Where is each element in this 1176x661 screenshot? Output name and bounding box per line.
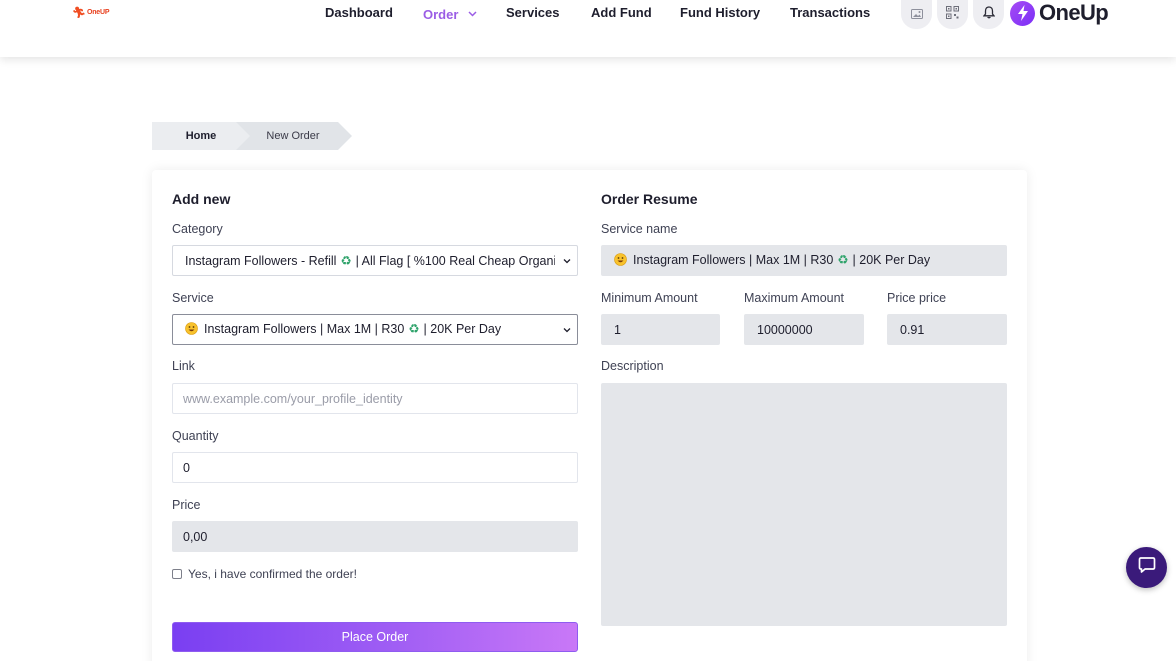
service-name-value: Instagram Followers | Max 1M | R30 ♻︎ | 20… (614, 252, 930, 269)
nav-add-fund[interactable]: Add Fund (591, 5, 652, 20)
minimum-amount-value: 1 (614, 322, 621, 337)
maximum-amount-value: 10000000 (757, 322, 813, 337)
price-field: 0,00 (172, 521, 578, 552)
category-label: Category (172, 222, 223, 236)
chevron-down-icon (562, 324, 572, 338)
recycle-icon: ♻︎ (408, 322, 420, 336)
nav-order[interactable]: Order (423, 5, 477, 22)
nav-transactions[interactable]: Transactions (790, 5, 870, 20)
quantity-label: Quantity (172, 429, 219, 443)
image-icon (910, 6, 923, 24)
smiley-icon (614, 253, 627, 269)
link-input[interactable] (183, 384, 577, 413)
price-label: Price (172, 498, 201, 512)
brand-logo[interactable]: OneUp (1010, 0, 1109, 26)
qr-code-icon (946, 5, 959, 24)
link-field[interactable] (172, 383, 578, 414)
top-navbar: 🏃︎ OneUP Dashboard Order Services Add Fu… (0, 0, 1176, 57)
description-label: Description (601, 359, 664, 373)
chevron-down-icon (562, 255, 572, 269)
price-value: 0,00 (183, 529, 208, 544)
confirm-checkbox-label: Yes, i have confirmed the order! (188, 567, 357, 581)
recycle-icon: ♻︎ (340, 254, 352, 268)
brand-name: OneUp (1039, 0, 1109, 25)
nav-dashboard[interactable]: Dashboard (325, 5, 393, 20)
confirm-checkbox[interactable] (172, 569, 182, 579)
service-name-label: Service name (601, 222, 678, 236)
nav-order-label: Order (423, 7, 459, 22)
order-resume-title: Order Resume (601, 191, 698, 207)
order-card: Add new Category Instagram Followers - R… (152, 170, 1027, 661)
quantity-input[interactable]: 0 (183, 461, 190, 475)
qr-code-button[interactable] (937, 0, 968, 29)
minimum-amount-label: Minimum Amount (601, 291, 698, 305)
chat-bubble-icon (1138, 556, 1156, 579)
description-box (601, 383, 1007, 626)
maximum-amount-label: Maximum Amount (744, 291, 845, 305)
add-new-title: Add new (172, 191, 231, 207)
nav-services[interactable]: Services (506, 5, 560, 20)
service-select[interactable]: Instagram Followers | Max 1M | R30 ♻︎ | 20… (172, 314, 578, 345)
price-price-value: 0.91 (900, 322, 925, 337)
breadcrumb-current: New Order (234, 122, 352, 150)
logo-text: OneUP (86, 8, 110, 16)
category-select[interactable]: Instagram Followers - Refill ♻︎ | All Flag… (172, 245, 578, 276)
service-name-field: Instagram Followers | Max 1M | R30 ♻︎ | 20… (601, 245, 1007, 276)
maximum-amount-field: 10000000 (744, 314, 864, 345)
nav-fund-history[interactable]: Fund History (680, 5, 760, 20)
link-label: Link (172, 359, 195, 373)
minimum-amount-field: 1 (601, 314, 720, 345)
live-chat-button[interactable] (1126, 547, 1167, 588)
chevron-down-icon (468, 5, 477, 20)
confirm-order-row[interactable]: Yes, i have confirmed the order! (172, 567, 357, 581)
recycle-icon: ♻︎ (837, 253, 849, 267)
bell-icon (982, 5, 995, 24)
breadcrumb-home[interactable]: Home (152, 122, 250, 150)
notifications-button[interactable] (973, 0, 1004, 29)
site-logo[interactable]: 🏃︎ OneUP (72, 5, 110, 19)
category-selected-value: Instagram Followers - Refill ♻︎ | All Flag… (185, 254, 555, 268)
service-label: Service (172, 291, 214, 305)
price-price-label: Price price (887, 291, 947, 305)
logo-figure-icon: 🏃︎ (72, 6, 86, 19)
price-price-field: 0.91 (887, 314, 1007, 345)
image-button[interactable] (901, 0, 932, 29)
place-order-button[interactable]: Place Order (172, 622, 578, 652)
service-selected-value: Instagram Followers | Max 1M | R30 ♻︎ | 20… (185, 321, 501, 338)
lightning-bolt-icon (1010, 0, 1035, 26)
smiley-icon (185, 322, 198, 338)
quantity-field[interactable]: 0 (172, 452, 578, 483)
